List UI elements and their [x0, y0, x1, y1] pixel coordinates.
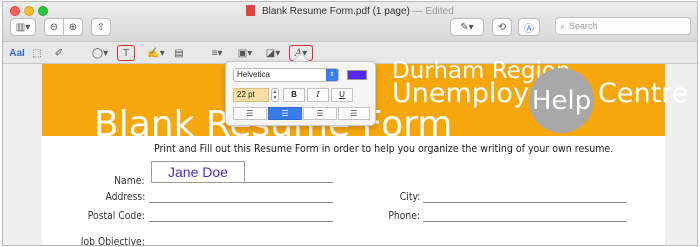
- fill-color-tool[interactable]: ◪▾: [262, 45, 284, 61]
- city-label: City:: [399, 191, 420, 203]
- underline-button[interactable]: U: [331, 88, 353, 102]
- sketch-icon: ✐: [54, 47, 64, 59]
- markup-pen-button[interactable]: ✎▾: [450, 18, 484, 36]
- name-value: Jane Doe: [168, 164, 228, 180]
- help-logo: Help: [529, 68, 594, 133]
- share-button[interactable]: ⇧: [91, 18, 111, 36]
- font-color-swatch[interactable]: [347, 70, 367, 80]
- align-justify-icon: ☰: [350, 109, 358, 118]
- help-logo-text: Help: [531, 85, 592, 116]
- pdf-file-icon: [246, 5, 256, 16]
- header-centre: Centre: [598, 78, 689, 109]
- chevron-updown-icon: ⇕: [326, 69, 338, 81]
- job-objective-label: Job Objective:: [80, 236, 145, 246]
- rotate-icon: ⟲: [497, 21, 507, 33]
- name-label: Name:: [114, 175, 145, 187]
- selection-icon: ⬚: [32, 47, 42, 59]
- annotate-button[interactable]: Ⓐ: [518, 18, 540, 36]
- sidebar-toggle-button[interactable]: ▥▾: [10, 18, 36, 36]
- align-right-button[interactable]: ☰: [303, 107, 337, 120]
- zoom-out-button[interactable]: ⊖: [44, 18, 64, 36]
- phone-line: [423, 221, 626, 222]
- font-size-value: 22 pt: [237, 90, 255, 99]
- text-box-tool[interactable]: T: [117, 45, 135, 61]
- search-placeholder: Search: [569, 21, 598, 31]
- italic-button[interactable]: I: [307, 88, 329, 102]
- form-instructions: Print and Fill out this Resume Form in o…: [154, 142, 614, 155]
- sketch-tool[interactable]: ✐: [51, 45, 67, 61]
- postal-code-label: Postal Code:: [87, 210, 145, 222]
- font-size-stepper[interactable]: ▲ ▼: [271, 88, 279, 102]
- zoom-out-icon: ⊖: [49, 21, 59, 33]
- align-left-button[interactable]: ☰: [233, 107, 267, 120]
- align-right-icon: ☰: [316, 109, 324, 118]
- markup-pen-icon: ✎▾: [460, 21, 474, 33]
- name-text-box[interactable]: Jane Doe: [151, 161, 245, 183]
- phone-label: Phone:: [388, 210, 420, 222]
- note-tool[interactable]: ▤: [172, 45, 186, 61]
- shape-style-tool[interactable]: ≡▾: [207, 45, 227, 61]
- underline-label: U: [339, 90, 345, 99]
- sign-tool[interactable]: ✍▾: [143, 45, 169, 61]
- font-family-select[interactable]: Helvetica ⇕: [233, 68, 339, 82]
- align-center-button[interactable]: ☰: [268, 107, 302, 120]
- align-justify-button[interactable]: ☰: [338, 107, 370, 120]
- text-selection-tool[interactable]: AaI: [7, 45, 27, 61]
- address-label: Address:: [105, 191, 145, 203]
- annotate-icon: Ⓐ: [524, 23, 534, 35]
- zoom-in-button[interactable]: ⊕: [63, 18, 83, 36]
- font-family-value: Helvetica: [237, 70, 270, 79]
- postal-code-line: [149, 221, 333, 222]
- search-field[interactable]: ⌕ Search: [555, 17, 691, 35]
- align-center-icon: ☰: [281, 109, 289, 118]
- city-line: [423, 202, 626, 203]
- share-icon: ⇧: [96, 21, 106, 33]
- edited-indicator: — Edited: [412, 6, 454, 17]
- italic-label: I: [316, 90, 320, 99]
- text-selection-label: AaI: [9, 47, 25, 59]
- preview-window: Blank Resume Form.pdf (1 page) — Edited …: [2, 1, 698, 246]
- search-icon: ⌕: [560, 20, 566, 31]
- window-title-text: Blank Resume Form.pdf (1 page): [262, 6, 410, 17]
- border-color-icon: ▣▾: [237, 47, 253, 59]
- window-title: Blank Resume Form.pdf (1 page) — Edited: [3, 5, 697, 17]
- note-icon: ▤: [174, 47, 184, 59]
- fill-color-icon: ◪▾: [265, 47, 281, 59]
- line-style-icon: ≡▾: [211, 47, 223, 59]
- font-size-field[interactable]: 22 pt: [233, 88, 269, 102]
- rectangular-selection-tool[interactable]: ⬚: [30, 45, 44, 61]
- shapes-icon: ◯▾: [91, 47, 109, 59]
- bold-label: B: [291, 90, 297, 99]
- text-style-popover: Helvetica ⇕ 22 pt ▲ ▼ B I U ☰ ☰ ☰ ☰: [225, 61, 376, 126]
- shapes-tool[interactable]: ◯▾: [87, 45, 113, 61]
- signature-icon: ✍▾: [147, 47, 165, 59]
- name-line: [245, 182, 333, 183]
- title-bar: Blank Resume Form.pdf (1 page) — Edited …: [3, 2, 697, 42]
- text-box-icon: T: [122, 47, 130, 59]
- sidebar-icon: ▥▾: [15, 21, 31, 33]
- rotate-button[interactable]: ⟲: [492, 18, 512, 36]
- bold-button[interactable]: B: [283, 88, 305, 102]
- border-color-tool[interactable]: ▣▾: [234, 45, 256, 61]
- zoom-in-icon: ⊕: [68, 21, 78, 33]
- address-line: [149, 202, 333, 203]
- align-left-icon: ☰: [246, 109, 254, 118]
